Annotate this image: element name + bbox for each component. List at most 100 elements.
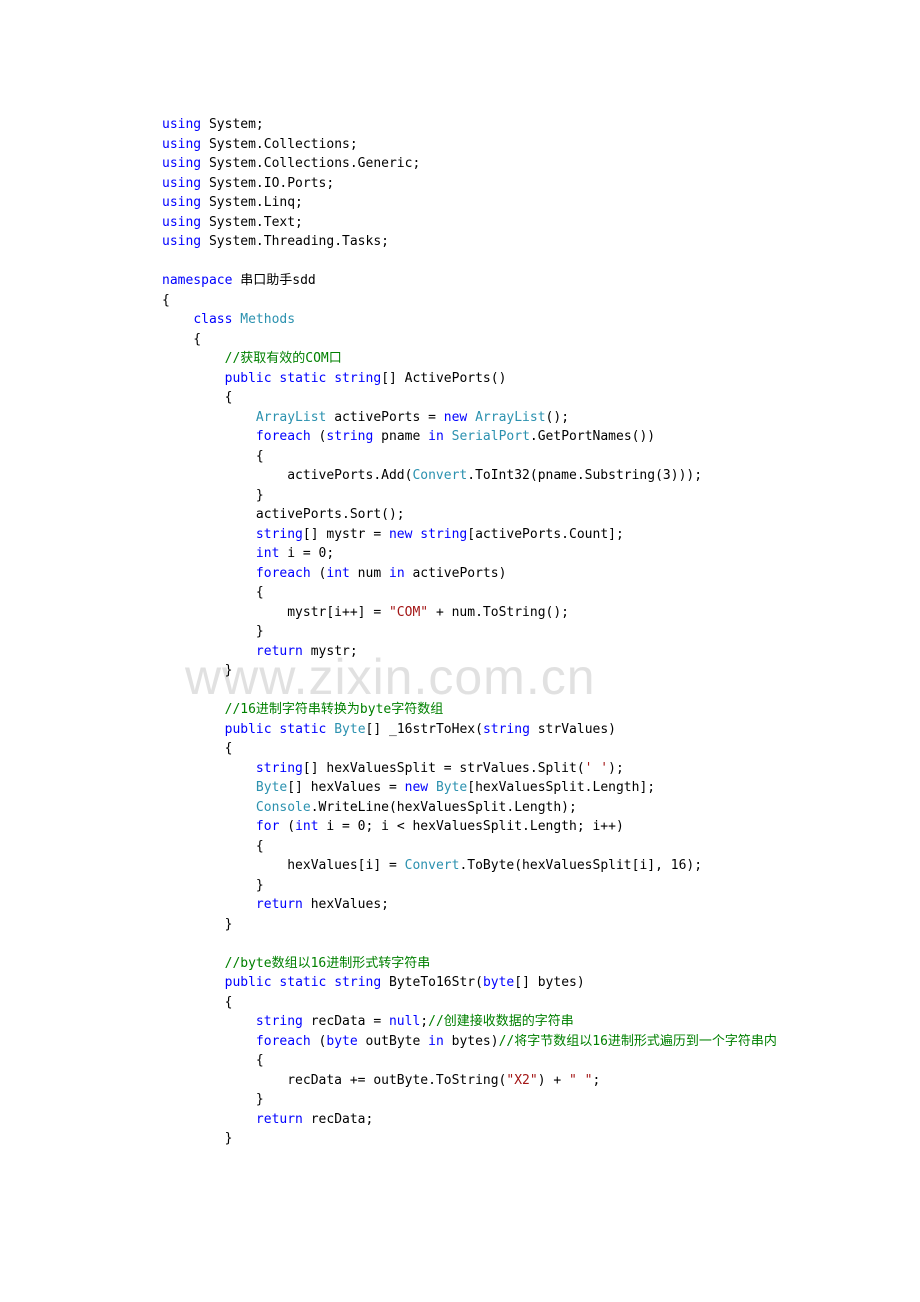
code-text xyxy=(162,527,256,542)
keyword: in xyxy=(428,1034,444,1049)
code-text: { xyxy=(162,1053,264,1068)
code-text xyxy=(162,956,225,971)
code-text: } xyxy=(162,1092,264,1107)
keyword: using xyxy=(162,117,201,132)
code-text: recData; xyxy=(303,1112,373,1127)
code-text: .GetPortNames()) xyxy=(530,429,655,444)
comment: //创建接收数据的字符串 xyxy=(428,1014,574,1029)
code-text: bytes) xyxy=(444,1034,499,1049)
code-text xyxy=(162,819,256,834)
comment: //将字节数组以16进制形式遍历到一个字符串内 xyxy=(499,1034,777,1049)
code-text: ); xyxy=(608,761,624,776)
keyword: new xyxy=(389,527,412,542)
type: Byte xyxy=(256,780,287,795)
keyword: static xyxy=(279,722,326,737)
keyword: foreach xyxy=(256,566,311,581)
code-text: [] _16strToHex( xyxy=(366,722,483,737)
type: Methods xyxy=(240,312,295,327)
keyword: static xyxy=(279,371,326,386)
keyword: return xyxy=(256,897,303,912)
keyword: return xyxy=(256,1112,303,1127)
code-text xyxy=(162,410,256,425)
code-text xyxy=(162,566,256,581)
code-text: ByteTo16Str( xyxy=(381,975,483,990)
keyword: string xyxy=(483,722,530,737)
code-text: { xyxy=(162,995,232,1010)
comment: //16进制字符串转换为byte字符数组 xyxy=(225,702,444,717)
type: SerialPort xyxy=(452,429,530,444)
string: ' ' xyxy=(585,761,608,776)
type: ArrayList xyxy=(256,410,326,425)
keyword: public xyxy=(225,722,272,737)
code-text: hexValues[i] = xyxy=(162,858,405,873)
keyword: string xyxy=(420,527,467,542)
code-text: [] hexValuesSplit = strValues.Split( xyxy=(303,761,585,776)
code-text: } xyxy=(162,1131,232,1146)
keyword: new xyxy=(444,410,467,425)
code-text: [] bytes) xyxy=(514,975,584,990)
code-text xyxy=(162,702,225,717)
code-text xyxy=(162,722,225,737)
type: ArrayList xyxy=(475,410,545,425)
code-text: outByte xyxy=(358,1034,428,1049)
keyword: class xyxy=(193,312,232,327)
code-text: } xyxy=(162,488,264,503)
keyword: string xyxy=(256,1014,303,1029)
keyword: int xyxy=(326,566,349,581)
code-text: i = 0; i < hexValuesSplit.Length; i++) xyxy=(319,819,624,834)
code-text: 串口助手sdd xyxy=(232,273,315,288)
code-text: } xyxy=(162,663,232,678)
code-text: } xyxy=(162,917,232,932)
code-block: using System; using System.Collections; … xyxy=(162,115,830,1149)
type: Byte xyxy=(334,722,365,737)
code-text: System.Collections; xyxy=(201,137,358,152)
code-text: { xyxy=(162,585,264,600)
keyword: string xyxy=(256,527,303,542)
keyword: string xyxy=(326,429,373,444)
keyword: using xyxy=(162,215,201,230)
keyword: using xyxy=(162,156,201,171)
keyword: byte xyxy=(483,975,514,990)
code-text: ) + xyxy=(538,1073,569,1088)
keyword: using xyxy=(162,234,201,249)
keyword: public xyxy=(225,975,272,990)
string: " " xyxy=(569,1073,592,1088)
code-text: { xyxy=(162,293,170,308)
code-text xyxy=(162,975,225,990)
code-text xyxy=(162,1014,256,1029)
code-text: hexValues; xyxy=(303,897,389,912)
code-text: activePorts.Add( xyxy=(162,468,412,483)
comment: //获取有效的COM口 xyxy=(225,351,342,366)
code-text: .WriteLine(hexValuesSplit.Length); xyxy=(311,800,577,815)
code-text xyxy=(444,429,452,444)
type: Byte xyxy=(436,780,467,795)
code-text: recData = xyxy=(303,1014,389,1029)
code-text: activePorts) xyxy=(405,566,507,581)
code-text: { xyxy=(162,449,264,464)
code-text: mystr; xyxy=(303,644,358,659)
keyword: string xyxy=(334,975,381,990)
code-text: [] mystr = xyxy=(303,527,389,542)
keyword: null xyxy=(389,1014,420,1029)
code-text xyxy=(162,780,256,795)
keyword: string xyxy=(256,761,303,776)
code-text: } xyxy=(162,624,264,639)
keyword: new xyxy=(405,780,428,795)
code-text: pname xyxy=(373,429,428,444)
keyword: using xyxy=(162,137,201,152)
code-text: [hexValuesSplit.Length]; xyxy=(467,780,655,795)
code-text: { xyxy=(162,839,264,854)
keyword: foreach xyxy=(256,429,311,444)
code-text: i = 0; xyxy=(279,546,334,561)
code-text: { xyxy=(162,390,232,405)
code-text: ; xyxy=(592,1073,600,1088)
code-text: ( xyxy=(311,1034,327,1049)
code-text: num xyxy=(350,566,389,581)
keyword: foreach xyxy=(256,1034,311,1049)
code-text: recData += outByte.ToString( xyxy=(162,1073,506,1088)
keyword: using xyxy=(162,195,201,210)
code-text: activePorts.Sort(); xyxy=(162,507,405,522)
code-text: strValues) xyxy=(530,722,616,737)
code-text xyxy=(162,800,256,815)
keyword: static xyxy=(279,975,326,990)
